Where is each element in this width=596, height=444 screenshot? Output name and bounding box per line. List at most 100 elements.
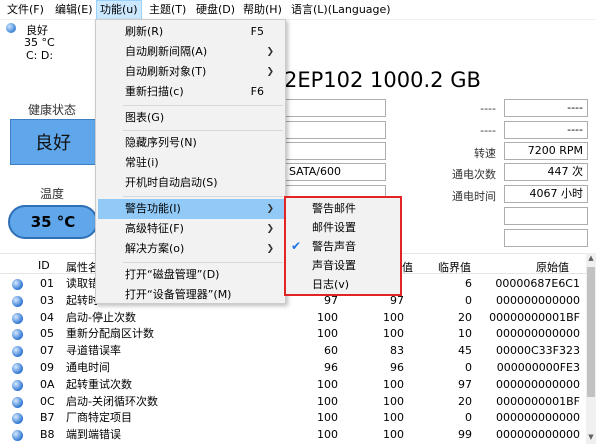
menu-item-open-device-manager[interactable]: 打开“设备管理器”(M)	[98, 285, 284, 305]
status-dot-icon	[12, 295, 23, 307]
table-row[interactable]: 09 通电时间 96 96 0 000000000FE3	[0, 360, 586, 376]
cell-id: 0A	[40, 377, 55, 391]
submenu-item-alert-sound[interactable]: ✔ 警告声音	[286, 237, 400, 256]
cell-name: 通电时间	[66, 361, 110, 374]
scroll-up-arrow-icon[interactable]: ▲	[587, 254, 595, 262]
dash-label-1: ----	[480, 102, 496, 115]
cell-worst: 96	[390, 361, 404, 374]
col-threshold[interactable]: 临界值	[438, 259, 471, 275]
table-row[interactable]: 0C 启动-关闭循环次数 100 100 20 0000000001BF	[0, 394, 586, 410]
menu-item-refresh[interactable]: 刷新(R) F5	[98, 22, 284, 42]
table-row[interactable]: 05 重新分配扇区计数 100 100 10 000000000000	[0, 326, 586, 342]
col-current[interactable]: 值	[402, 259, 413, 275]
menu-separator	[123, 130, 283, 131]
cell-threshold: 0	[465, 411, 472, 425]
disk-selector[interactable]: 良好 35 °C C: D:	[0, 20, 596, 62]
menu-item-auto-refresh-interval[interactable]: 自动刷新间隔(A) ❯	[98, 42, 284, 62]
table-row[interactable]: 0A 起转重试次数 100 100 97 000000000000	[0, 377, 586, 393]
cell-current: 100	[317, 327, 338, 341]
menu-item-advanced[interactable]: 高级特征(F) ❯	[98, 219, 284, 239]
temperature-button[interactable]: 35 °C	[8, 205, 98, 239]
submenu-item-alert-mail[interactable]: 警告邮件	[286, 199, 400, 218]
scroll-down-arrow-icon[interactable]: ▼	[587, 433, 595, 441]
rotation-field: 7200 RPM	[504, 142, 588, 160]
menu-item-alert-features[interactable]: 警告功能(I) ❯	[98, 199, 284, 219]
cell-name: 启动-关闭循环次数	[66, 394, 158, 408]
temperature-label: 温度	[40, 187, 65, 201]
cell-worst: 83	[390, 344, 404, 358]
info-field-1	[284, 99, 386, 117]
cell-raw: 000000000000	[496, 327, 580, 341]
health-status-button[interactable]: 良好	[10, 119, 96, 165]
interface-field: SATA/600	[284, 163, 386, 181]
menu-item-startup[interactable]: 开机时自动启动(S)	[98, 173, 284, 193]
cell-raw: 00000687E6C1	[495, 277, 580, 290]
health-label: 健康状态	[28, 103, 77, 117]
status-dot-icon	[12, 430, 23, 442]
table-row[interactable]: B7 厂商特定项目 100 100 0 000000000000	[0, 410, 586, 426]
menu-item-auto-refresh-target[interactable]: 自动刷新对象(T) ❯	[98, 62, 284, 82]
dash-label-2: ----	[480, 124, 496, 137]
menu-item-graph[interactable]: 图表(G)	[98, 108, 284, 128]
rotation-label: 转速	[474, 147, 496, 160]
table-row[interactable]: 04 启动-停止次数 100 100 20 00000000001BF	[0, 310, 586, 326]
crystaldiskinfo-window: 文件(F) 编辑(E) 功能(u) 主题(T) 硬盘(D) 帮助(H) 语言(L…	[0, 0, 596, 444]
cell-name: 寻道错误率	[66, 344, 121, 358]
submenu-item-sound-settings[interactable]: 声音设置	[286, 256, 400, 275]
cell-worst: 100	[383, 327, 404, 341]
power-count-field: 447 次	[504, 163, 588, 181]
col-raw[interactable]: 原始值	[536, 259, 569, 275]
cell-current: 100	[317, 428, 338, 442]
table-row[interactable]: 07 寻道错误率 60 83 45 00000C33F323	[0, 343, 586, 359]
status-dot-icon	[12, 363, 23, 374]
menu-language[interactable]: 语言(L)(Language)	[288, 0, 394, 20]
menu-separator	[123, 196, 283, 197]
power-time-label: 通电时间	[452, 190, 496, 203]
scroll-thumb[interactable]	[587, 267, 595, 397]
status-dot-icon	[12, 346, 23, 358]
disk-drives-text: C: D:	[26, 49, 54, 62]
cell-id: B7	[40, 411, 55, 425]
cell-raw: 000000000000	[496, 293, 580, 307]
menu-item-solutions[interactable]: 解决方案(o) ❯	[98, 239, 284, 259]
dash-field-2: ----	[504, 121, 588, 139]
cell-worst: 100	[383, 411, 404, 425]
menu-separator	[123, 105, 283, 106]
menu-item-open-disk-management[interactable]: 打开“磁盘管理”(D)	[98, 265, 284, 285]
cell-name: 起转重试次数	[66, 377, 132, 391]
menu-disk[interactable]: 硬盘(D)	[193, 0, 238, 20]
menu-edit[interactable]: 编辑(E)	[52, 0, 96, 20]
menu-theme[interactable]: 主题(T)	[146, 0, 189, 20]
cell-id: 07	[40, 344, 54, 358]
cell-current: 100	[317, 377, 338, 391]
menu-item-rescan[interactable]: 重新扫描(c) F6	[98, 82, 284, 102]
cell-worst: 100	[383, 394, 404, 408]
cell-id: B8	[40, 428, 55, 442]
menu-file[interactable]: 文件(F)	[4, 0, 47, 20]
info-field-blank-2	[504, 229, 588, 247]
menu-separator	[123, 262, 283, 263]
menu-function[interactable]: 功能(u)	[96, 0, 142, 20]
cell-raw: 000000000000	[496, 411, 580, 425]
submenu-item-log[interactable]: 日志(v)	[286, 275, 400, 294]
status-dot-icon	[12, 379, 23, 391]
cell-threshold: 97	[458, 377, 472, 391]
menu-help[interactable]: 帮助(H)	[240, 0, 285, 20]
col-id[interactable]: ID	[38, 259, 50, 272]
table-row[interactable]: B8 端到端错误 100 100 99 000000000000	[0, 427, 586, 443]
table-scrollbar[interactable]: ▲ ▼	[586, 253, 596, 444]
menu-item-resident[interactable]: 常驻(i)	[98, 153, 284, 173]
info-field-3	[284, 142, 386, 160]
submenu-arrow-icon: ❯	[266, 47, 274, 57]
cell-id: 03	[40, 293, 54, 307]
status-dot-icon	[12, 279, 23, 290]
cell-current: 96	[324, 361, 338, 374]
submenu-item-mail-settings[interactable]: 邮件设置	[286, 218, 400, 237]
power-count-label: 通电次数	[452, 168, 496, 181]
menu-item-hide-serial[interactable]: 隐藏序列号(N)	[98, 133, 284, 153]
disk-status-icon	[6, 23, 16, 33]
cell-threshold: 6	[465, 277, 472, 290]
info-field-2	[284, 121, 386, 139]
submenu-arrow-icon: ❯	[266, 204, 274, 214]
power-time-field: 4067 小时	[504, 185, 588, 203]
